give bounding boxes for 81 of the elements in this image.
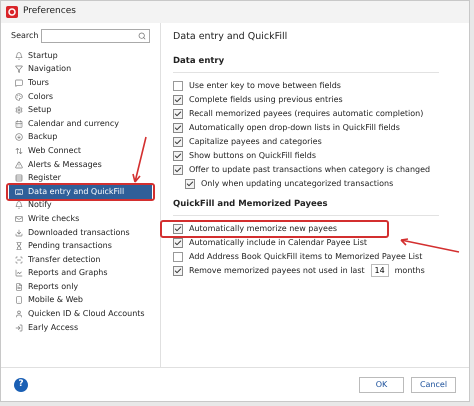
cancel-button[interactable]: Cancel bbox=[411, 376, 456, 392]
hourglass-icon bbox=[15, 242, 23, 250]
checkbox[interactable] bbox=[173, 252, 183, 262]
envelope-icon bbox=[15, 214, 23, 223]
scan-icon bbox=[15, 256, 23, 264]
sidebar-item[interactable]: Register bbox=[9, 171, 152, 185]
sidebar-item[interactable]: Transfer detection bbox=[9, 252, 152, 266]
sidebar-item[interactable]: Reports and Graphs bbox=[9, 266, 152, 280]
sidebar-item[interactable]: Write checks bbox=[9, 212, 152, 226]
checkbox[interactable] bbox=[173, 165, 183, 175]
checkbox[interactable] bbox=[173, 238, 183, 248]
arrows-icon bbox=[15, 146, 23, 155]
option-label: Automatically open drop-down lists in QuickFill fields bbox=[189, 122, 400, 134]
download-icon bbox=[15, 228, 23, 237]
warning-icon bbox=[15, 160, 23, 169]
number-field[interactable]: 14 bbox=[370, 264, 389, 278]
section-heading: QuickFill and Memorized Payees bbox=[173, 198, 439, 216]
panel-title: Data entry and QuickFill bbox=[173, 30, 288, 44]
sidebar-item[interactable]: Navigation bbox=[9, 62, 152, 76]
option-label: Recall memorized payees (requires automatic completion) bbox=[189, 108, 424, 120]
help-icon[interactable]: ? bbox=[14, 378, 28, 392]
sidebar-item[interactable]: Reports only bbox=[9, 280, 152, 294]
annotation-arrow bbox=[132, 136, 147, 182]
search-label: Search bbox=[11, 30, 38, 42]
calendar-icon bbox=[15, 120, 23, 128]
checkbox[interactable] bbox=[173, 224, 183, 234]
option-label: Add Address Book QuickFill items to Memorized Payee List bbox=[189, 250, 422, 263]
option-label: Automatically memorize new payees bbox=[189, 222, 338, 235]
app-logo-icon bbox=[6, 6, 18, 18]
sidebar-item[interactable]: Setup bbox=[9, 103, 152, 117]
checkbox[interactable] bbox=[185, 179, 195, 189]
ok-button[interactable]: OK bbox=[359, 376, 404, 392]
sign-in-icon bbox=[15, 324, 23, 332]
option-label: Complete fields using previous entries bbox=[189, 94, 343, 106]
option-label: Automatically include in Calendar Payee List bbox=[189, 236, 368, 249]
sidebar-item[interactable]: Mobile & Web bbox=[9, 294, 152, 308]
search-field[interactable] bbox=[41, 29, 150, 43]
bell-icon bbox=[15, 52, 23, 60]
sidebar-item[interactable]: Pending transactions bbox=[9, 239, 152, 253]
unit-label: months bbox=[394, 264, 425, 277]
option-label: Offer to update past transactions when category is changed bbox=[189, 164, 430, 176]
sidebar-item[interactable]: Colors bbox=[9, 90, 152, 104]
checkbox[interactable] bbox=[173, 151, 183, 161]
chart-icon bbox=[15, 269, 23, 278]
sidebar-item[interactable]: Startup bbox=[9, 49, 152, 63]
sidebar-item[interactable]: Calendar and currency bbox=[9, 116, 152, 131]
option-label: Remove memorized payees not used in last bbox=[189, 264, 365, 277]
sidebar-item[interactable]: Backup bbox=[9, 130, 152, 144]
checkbox[interactable] bbox=[173, 81, 183, 91]
sidebar-item[interactable]: Downloaded transactions bbox=[9, 226, 152, 240]
sidebar-item[interactable]: Data entry and QuickFill bbox=[9, 184, 152, 199]
sidebar-item[interactable]: Alerts & Messages bbox=[9, 158, 152, 172]
bell-icon bbox=[15, 201, 23, 210]
sidebar-item[interactable]: Quicken ID & Cloud Accounts bbox=[9, 307, 152, 321]
sidebar-item[interactable]: Web Connect bbox=[9, 144, 152, 158]
funnel-icon bbox=[15, 65, 23, 74]
search-icon bbox=[138, 32, 146, 40]
sidebar-item[interactable]: Tours bbox=[9, 76, 152, 90]
annotation-arrow bbox=[400, 238, 460, 253]
checkbox[interactable] bbox=[173, 123, 183, 133]
speech-bubble-icon bbox=[15, 78, 23, 87]
option-label: Show buttons on QuickFill fields bbox=[189, 150, 316, 162]
person-icon bbox=[15, 310, 23, 318]
option-label: Use enter key to move between fields bbox=[189, 80, 341, 92]
checkbox[interactable] bbox=[173, 109, 183, 119]
download-circle-icon bbox=[15, 133, 23, 142]
phone-icon bbox=[15, 296, 23, 304]
window-title: Preferences bbox=[23, 5, 76, 18]
option-label: Capitalize payees and categories bbox=[189, 136, 322, 148]
document-icon bbox=[15, 282, 23, 291]
rows-icon bbox=[15, 174, 23, 182]
section-heading: Data entry bbox=[173, 55, 439, 73]
gear-icon bbox=[15, 106, 23, 114]
sidebar-item[interactable]: Early Access bbox=[9, 320, 152, 334]
checkbox[interactable] bbox=[173, 266, 183, 276]
option-label: Only when updating uncategorized transactions bbox=[201, 178, 394, 190]
palette-icon bbox=[15, 92, 23, 101]
sidebar-item[interactable]: Notify bbox=[9, 198, 152, 212]
checkbox[interactable] bbox=[173, 137, 183, 147]
keyboard-icon bbox=[15, 188, 23, 196]
checkbox[interactable] bbox=[173, 95, 183, 105]
